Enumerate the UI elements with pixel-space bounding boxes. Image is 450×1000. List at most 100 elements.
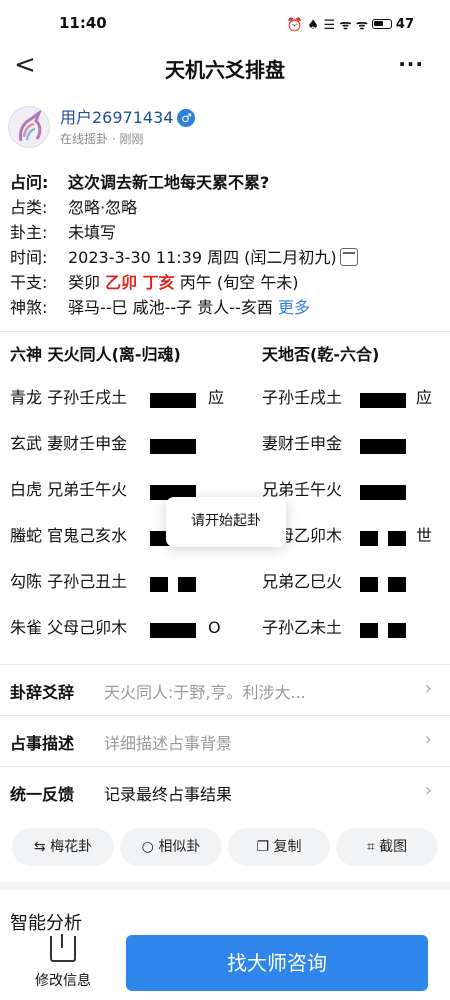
gua-ci-item[interactable]: 卦辞爻辞 天火同人:于野,亨。利涉大... ›: [0, 665, 450, 715]
description-item[interactable]: 占事描述 详细描述占事背景 ›: [0, 716, 450, 766]
screenshot-label: 截图: [379, 839, 408, 855]
changed-yao-line: [360, 577, 406, 592]
status-bar: 11:40 ⏰ ♠ ☰ ᯤ ᯤ 47: [0, 0, 450, 48]
user-row: 用户26971434 ♂ 在线摇卦 · 刚刚: [8, 100, 438, 156]
changed-line-mark: 世: [416, 526, 433, 545]
more-link[interactable]: 更多: [278, 298, 310, 317]
battery-icon: [371, 19, 392, 29]
chevron-right-icon: ›: [424, 780, 432, 801]
hexagram-row: 玄武 妻财壬申金 妻财壬申金: [10, 411, 440, 457]
gua-ci-value: 天火同人:于野,亨。利涉大...: [104, 683, 306, 702]
ganzhi-month-day: 乙卯 丁亥: [105, 273, 175, 292]
question-row: 占问: 这次调去新工地每天累不累?: [10, 170, 440, 195]
swap-icon: ⇆: [33, 839, 46, 855]
main-line-label: 玄武 妻财壬申金: [10, 434, 128, 453]
type-row: 占类: 忽略·忽略: [10, 195, 440, 220]
changed-yao-line: [360, 623, 406, 638]
changed-line-label: 子孙乙未土: [262, 618, 343, 637]
time-label: 时间:: [10, 248, 48, 267]
shensha-row: 神煞: 驿马--巳 咸池--子 贵人--亥酉 更多: [10, 295, 440, 320]
changed-line-label: 妻财壬申金: [262, 434, 343, 453]
ganzhi-row: 干支: 癸卯 乙卯 丁亥 丙午 (旬空 午未): [10, 270, 440, 295]
similar-label: 相似卦: [158, 839, 201, 855]
main-yao-line: [150, 577, 196, 592]
user-name-text: 用户26971434: [60, 108, 174, 127]
tool-bar: ⇆ 梅花卦 ○ 相似卦 ❐ 复制 ⌗ 截图: [12, 828, 442, 866]
changed-line-mark: 应: [416, 388, 433, 407]
description-input[interactable]: 详细描述占事背景: [104, 730, 232, 754]
time-text: 2023-3-30 11:39 周四 (闰二月初九): [68, 248, 337, 267]
main-line-label: 青龙 子孙壬戌土: [10, 388, 128, 407]
user-subtitle: 在线摇卦 · 刚刚: [60, 132, 144, 146]
type-label: 占类:: [10, 198, 48, 217]
edit-info-button[interactable]: 修改信息: [18, 932, 108, 996]
hexagram-header: 六神 天火同人(离-归魂) 天地否(乾-六合): [10, 341, 440, 365]
main-yao-line: [150, 439, 196, 454]
owner-text: 未填写: [68, 223, 117, 242]
status-indicator-icons: ⏰ ♠ ☰ ᯤ ᯤ: [286, 18, 368, 33]
section-gap: [0, 882, 450, 890]
download-edit-icon: [50, 934, 76, 962]
main-line-label: 螣蛇 官鬼己亥水: [10, 526, 128, 545]
changed-yao-line: [360, 393, 406, 408]
description-title: 占事描述: [10, 734, 75, 753]
edit-info-label: 修改信息: [35, 973, 91, 989]
ganzhi-label: 干支:: [10, 273, 48, 292]
changed-yao-line: [360, 439, 406, 454]
chevron-right-icon: ›: [424, 678, 432, 699]
more-icon[interactable]: ···: [398, 52, 424, 76]
hexagram-table: 六神 天火同人(离-归魂) 天地否(乾-六合) 青龙 子孙壬戌土 应 子孙壬戌土 应玄…: [10, 341, 440, 641]
main-line-label: 白虎 兄弟壬午火: [10, 480, 128, 499]
nav-bar: < 天机六爻排盘 ···: [0, 48, 450, 88]
page-title: 天机六爻排盘: [165, 58, 285, 82]
feedback-item[interactable]: 统一反馈 记录最终占事结果 ›: [0, 767, 450, 817]
question-label: 占问:: [10, 173, 49, 192]
copy-label: 复制: [273, 839, 302, 855]
meihua-button[interactable]: ⇆ 梅花卦: [12, 828, 114, 866]
status-icons: ⏰ ♠ ☰ ᯤ ᯤ 47: [286, 15, 414, 34]
divider: [0, 331, 450, 332]
gua-ci-title: 卦辞爻辞: [10, 683, 75, 702]
owner-row: 卦主: 未填写: [10, 220, 440, 245]
battery-level: 47: [395, 16, 414, 32]
hexagram-row: 朱雀 父母己卯木 O 子孙乙未土: [10, 595, 440, 641]
main-yao-line: [150, 623, 196, 638]
consult-master-button[interactable]: 找大师咨询: [126, 935, 428, 991]
main-line-label: 朱雀 父母己卯木: [10, 618, 128, 637]
hexagram-row: 勾陈 子孙己丑土 兄弟乙巳火: [10, 549, 440, 595]
copy-icon: ❐: [256, 839, 270, 855]
shensha-text: 驿马--巳 咸池--子 贵人--亥酉: [68, 298, 273, 317]
changed-yao-line: [360, 485, 406, 500]
main-yao-line: [150, 393, 196, 408]
status-time: 11:40: [59, 14, 107, 32]
search-icon: ○: [141, 839, 154, 855]
meihua-label: 梅花卦: [50, 839, 93, 855]
user-name[interactable]: 用户26971434 ♂: [60, 104, 196, 128]
main-line-label: 勾陈 子孙己丑土: [10, 572, 128, 591]
unicorn-logo-icon: [19, 108, 43, 142]
start-toast: 请开始起卦: [166, 497, 286, 547]
screenshot-button[interactable]: ⌗ 截图: [336, 828, 438, 866]
male-icon: ♂: [177, 109, 196, 127]
ganzhi-year: 癸卯: [68, 273, 101, 292]
feedback-title: 统一反馈: [10, 785, 75, 804]
main-line-mark: 应: [208, 388, 225, 407]
question-text: 这次调去新工地每天累不累?: [68, 173, 270, 192]
feedback-value: 记录最终占事结果: [104, 785, 233, 804]
shensha-label: 神煞:: [10, 298, 48, 317]
owner-label: 卦主:: [10, 223, 48, 242]
type-text: 忽略·忽略: [68, 198, 138, 217]
changed-yao-line: [360, 531, 406, 546]
changed-line-label: 子孙壬戌土: [262, 388, 343, 407]
similar-button[interactable]: ○ 相似卦: [120, 828, 222, 866]
hexagram-row: 青龙 子孙壬戌土 应 子孙壬戌土 应: [10, 365, 440, 411]
calendar-icon[interactable]: [339, 248, 358, 266]
copy-button[interactable]: ❐ 复制: [228, 828, 330, 866]
crop-icon: ⌗: [366, 839, 375, 855]
divination-info: 占问: 这次调去新工地每天累不累? 占类: 忽略·忽略 卦主: 未填写 时间: 2023…: [10, 170, 440, 320]
time-row: 时间: 2023-3-30 11:39 周四 (闰二月初九): [10, 245, 440, 270]
avatar[interactable]: [8, 106, 50, 148]
changed-hexagram-title: 天地否(乾-六合): [262, 345, 380, 364]
chevron-right-icon: ›: [424, 729, 432, 750]
changed-line-label: 兄弟乙巳火: [262, 572, 343, 591]
